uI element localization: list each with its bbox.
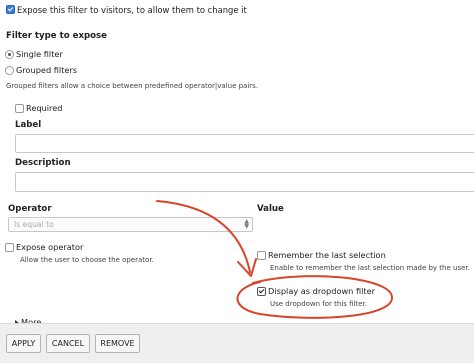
- dropdown-filter-description: Use dropdown for this filter.: [270, 300, 368, 308]
- select-arrows-icon: ▲ ▼: [244, 218, 249, 230]
- grouped-filters-radio[interactable]: [5, 66, 14, 75]
- value-label: Value: [257, 204, 284, 214]
- annotation-circle: [236, 275, 394, 319]
- operator-label: Operator: [8, 204, 52, 214]
- grouped-filters-label: Grouped filters: [16, 65, 78, 75]
- apply-button[interactable]: APPLY: [6, 334, 41, 353]
- required-label: Required: [26, 103, 63, 113]
- description-field-label: Description: [15, 158, 71, 168]
- filter-type-heading: Filter type to expose: [6, 31, 107, 41]
- remember-selection-label: Remember the last selection: [268, 250, 386, 260]
- single-filter-label: Single filter: [16, 49, 63, 59]
- annotation-arrow-head: [237, 258, 257, 277]
- label-input[interactable]: [15, 134, 474, 153]
- single-filter-radio[interactable]: [5, 50, 14, 59]
- expose-filter-checkbox[interactable]: [6, 5, 15, 14]
- cancel-button[interactable]: CANCEL: [46, 334, 90, 353]
- operator-selected-value: Is equal to: [14, 220, 54, 229]
- annotation-arrow-curve: [156, 200, 251, 273]
- grouped-filters-description: Grouped filters allow a choice between p…: [6, 82, 259, 90]
- dropdown-filter-checkbox[interactable]: [257, 287, 266, 296]
- expose-filter-label: Expose this filter to visitors, to allow…: [17, 5, 247, 15]
- expose-operator-checkbox[interactable]: [5, 243, 14, 252]
- expose-operator-description: Allow the user to choose the operator.: [20, 256, 154, 264]
- remove-button[interactable]: REMOVE: [95, 334, 140, 353]
- operator-select[interactable]: Is equal to ▲ ▼: [8, 217, 253, 232]
- dropdown-filter-label: Display as dropdown filter: [268, 286, 375, 296]
- remember-selection-description: Enable to remember the last selection ma…: [270, 264, 470, 272]
- expose-operator-label: Expose operator: [16, 242, 84, 252]
- required-checkbox[interactable]: [15, 104, 24, 113]
- remember-selection-checkbox[interactable]: [257, 251, 266, 260]
- description-input[interactable]: [15, 172, 474, 192]
- label-field-label: Label: [15, 120, 42, 130]
